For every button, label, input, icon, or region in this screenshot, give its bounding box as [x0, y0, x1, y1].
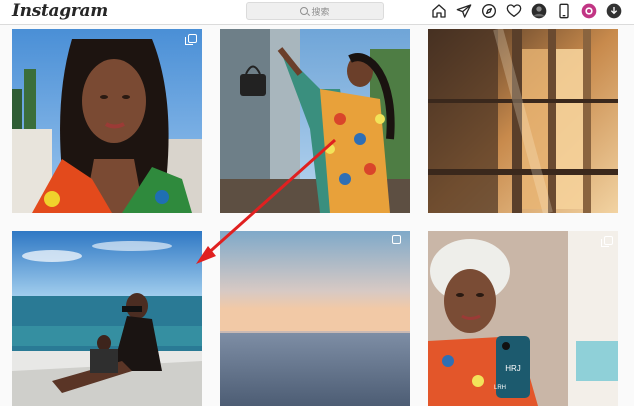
top-navigation-bar: Instagram 搜索	[0, 0, 634, 25]
post-image	[12, 29, 202, 213]
post-image	[12, 231, 202, 406]
post-thumbnail[interactable]	[220, 231, 410, 406]
post-thumbnail[interactable]	[12, 231, 202, 406]
post-image	[220, 231, 410, 406]
explore-icon[interactable]	[481, 3, 497, 19]
multiple-photos-icon	[185, 34, 197, 45]
search-icon	[300, 7, 309, 15]
mobile-icon[interactable]	[556, 3, 572, 19]
instagram-logo[interactable]: Instagram	[12, 1, 108, 21]
download-icon[interactable]	[606, 3, 622, 19]
post-thumbnail[interactable]	[220, 29, 410, 213]
home-icon[interactable]	[431, 3, 447, 19]
direct-message-icon[interactable]	[456, 3, 472, 19]
search-placeholder: 搜索	[311, 6, 330, 17]
search-input[interactable]: 搜索	[246, 2, 384, 20]
posts-grid: HRJ LRH	[0, 25, 634, 406]
phone-case-text: HRJ	[505, 364, 521, 373]
post-thumbnail[interactable]: HRJ LRH	[428, 231, 618, 406]
post-thumbnail[interactable]	[428, 29, 618, 213]
post-thumbnail[interactable]	[12, 29, 202, 213]
nav-icons	[431, 3, 622, 19]
multiple-photos-icon	[601, 236, 613, 247]
post-image	[428, 29, 618, 213]
profile-avatar-icon[interactable]	[531, 3, 547, 19]
post-image: HRJ LRH	[428, 231, 618, 406]
post-image	[220, 29, 410, 213]
multiple-photos-icon	[392, 235, 401, 244]
extension-icon[interactable]	[581, 3, 597, 19]
activity-heart-icon[interactable]	[506, 3, 522, 19]
phone-case-text-secondary: LRH	[494, 385, 506, 391]
